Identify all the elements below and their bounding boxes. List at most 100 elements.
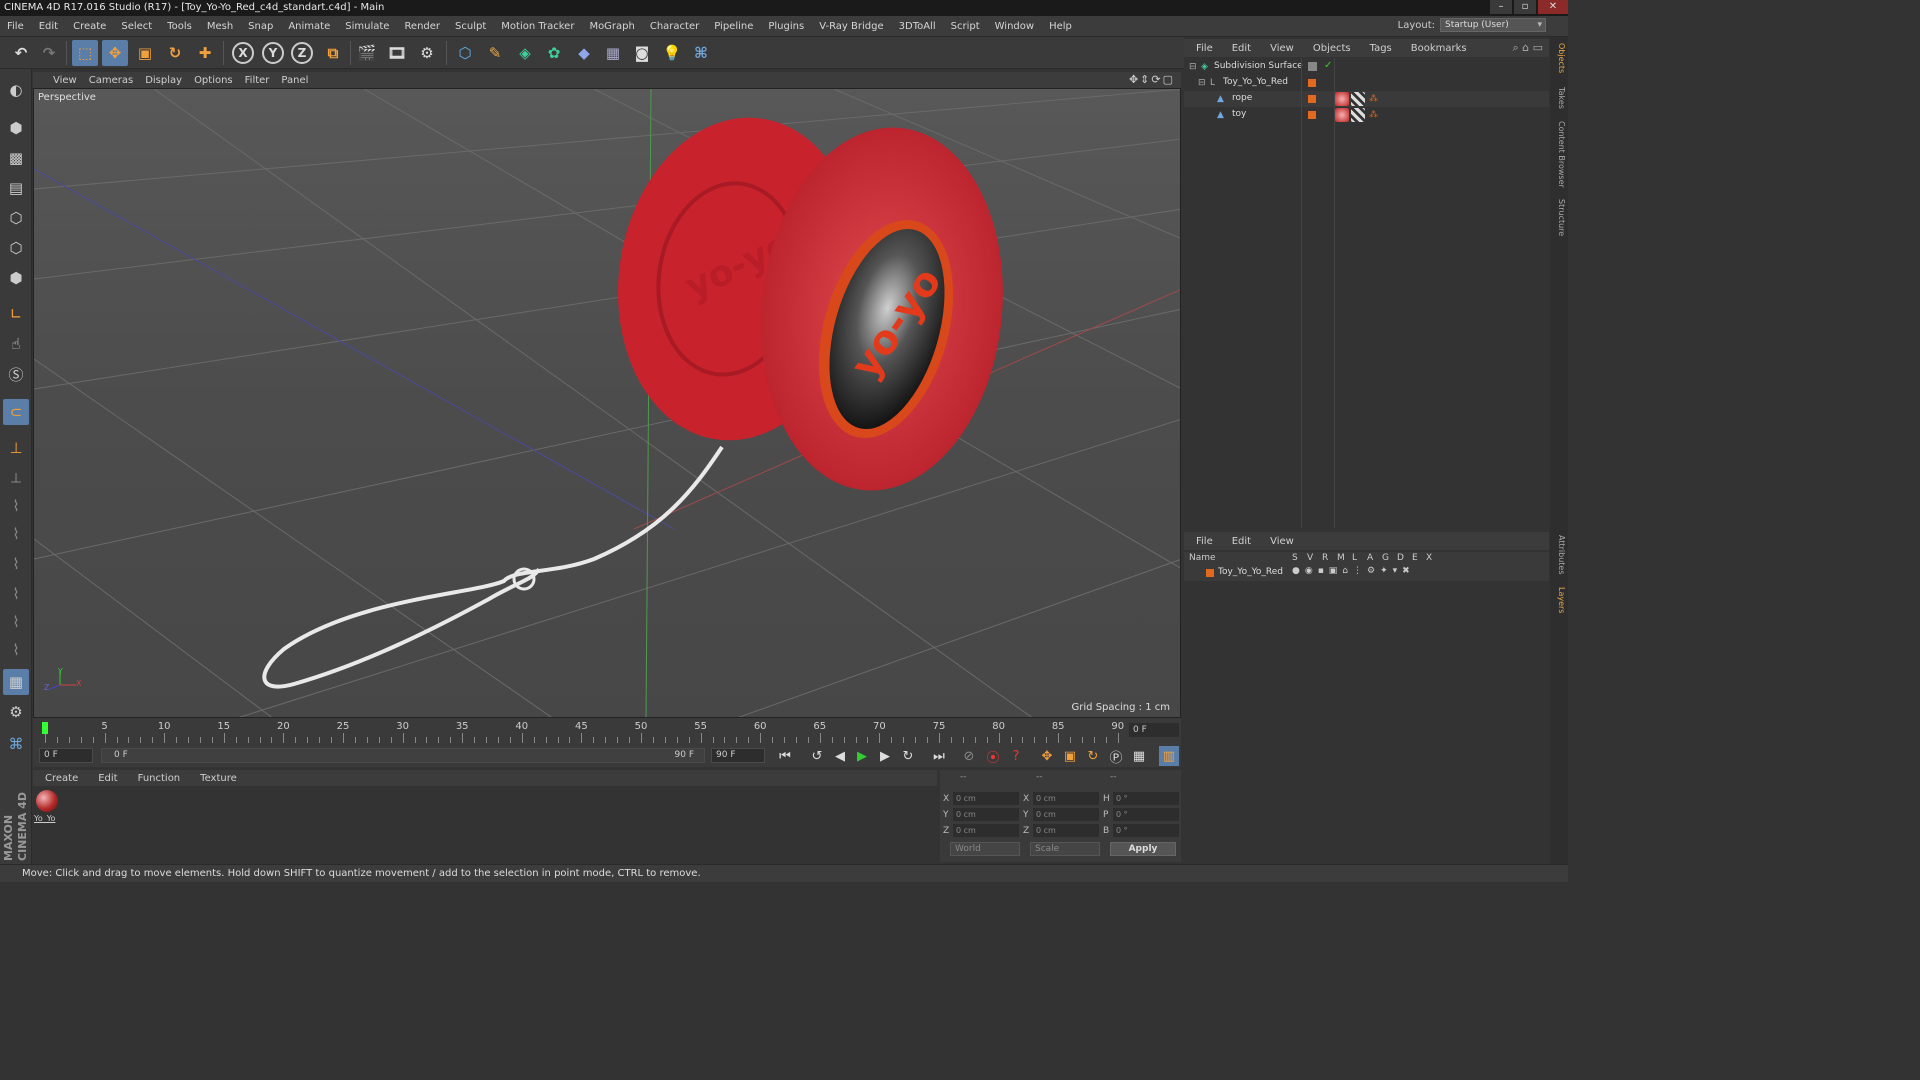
collapse-icon[interactable]: ⊟ xyxy=(1189,62,1199,72)
enabled-check-icon[interactable]: ✓ xyxy=(1324,60,1332,71)
texture-mode-icon[interactable]: ▩ xyxy=(3,145,29,171)
coordinate-system-icon[interactable]: ⧉ xyxy=(320,40,346,66)
solo-mode-icon[interactable]: Ⓢ xyxy=(3,361,29,387)
apply-button[interactable]: Apply xyxy=(1110,842,1176,856)
menu-tools[interactable]: Tools xyxy=(160,21,200,32)
menu-sculpt[interactable]: Sculpt xyxy=(448,21,494,32)
menu-3dtoall[interactable]: 3DToAll xyxy=(892,21,944,32)
tab-takes[interactable]: Takes xyxy=(1552,87,1566,109)
object-name[interactable]: rope xyxy=(1232,93,1252,103)
menu-animate[interactable]: Animate xyxy=(281,21,338,32)
sculpt-pull-icon[interactable]: ⌇ xyxy=(3,581,29,607)
key-scale-icon[interactable]: ▣ xyxy=(1060,746,1080,766)
uvw-tag-icon[interactable] xyxy=(1351,108,1365,122)
menu-snap[interactable]: Snap xyxy=(241,21,281,32)
layer-name[interactable]: Toy_Yo_Yo_Red xyxy=(1218,567,1283,577)
previous-key-icon[interactable]: ↺ xyxy=(807,746,827,766)
playhead-marker[interactable] xyxy=(42,722,48,734)
tab-objects[interactable]: Objects xyxy=(1552,43,1566,73)
size-y-field[interactable]: 0 cm xyxy=(1033,808,1099,821)
workplane-mode-icon[interactable]: ▤ xyxy=(3,175,29,201)
make-editable-icon[interactable]: ◐ xyxy=(3,77,29,103)
record-active-icon[interactable]: ⊘ xyxy=(959,746,979,766)
material-name[interactable]: Yo_Yo xyxy=(34,814,58,823)
rotation-h-field[interactable]: 0 ° xyxy=(1113,792,1179,805)
menu-plugins[interactable]: Plugins xyxy=(761,21,812,32)
rotation-p-field[interactable]: 0 ° xyxy=(1113,808,1179,821)
layer-row[interactable]: Toy_Yo_Yo_Red ●◉▪▣⌂⋮⚙✦▾✖ xyxy=(1184,565,1549,581)
object-name[interactable]: toy xyxy=(1232,109,1246,119)
axis-y-lock[interactable]: Y xyxy=(262,42,284,64)
sculpt-flatten-icon[interactable]: ⌇ xyxy=(3,637,29,663)
current-frame-field[interactable]: 0 F xyxy=(39,748,93,763)
move-tool-icon[interactable]: ✥ xyxy=(102,40,128,66)
autokey-icon[interactable]: ⦿ xyxy=(983,746,1003,766)
preview-range-slider[interactable]: 0 F 90 F xyxy=(101,748,705,763)
coordinate-space-dropdown[interactable]: World xyxy=(950,842,1020,856)
material-swatch[interactable] xyxy=(36,790,58,812)
viewport-menu-view[interactable]: View xyxy=(33,75,87,86)
axis-x-lock[interactable]: X xyxy=(232,42,254,64)
layers-menu-file[interactable]: File xyxy=(1184,536,1220,547)
objects-menu-bookmarks[interactable]: Bookmarks xyxy=(1399,43,1474,54)
layout-dropdown[interactable]: Startup (User) xyxy=(1440,18,1546,32)
lock-workplane-icon[interactable]: ⟂ xyxy=(3,465,29,491)
object-row[interactable]: ▲ toy ⁂ xyxy=(1184,107,1549,123)
redo-icon[interactable]: ↷ xyxy=(36,40,62,66)
collapse-icon[interactable]: ⊟ xyxy=(1198,78,1208,88)
viewport-menu-panel[interactable]: Panel xyxy=(279,75,318,86)
viewport-menu-display[interactable]: Display xyxy=(143,75,192,86)
objects-menu-tags[interactable]: Tags xyxy=(1358,43,1399,54)
go-to-start-icon[interactable]: ⏮ xyxy=(775,746,795,766)
coordinate-mode-dropdown[interactable]: Scale xyxy=(1030,842,1100,856)
objects-menu-edit[interactable]: Edit xyxy=(1220,43,1258,54)
menu-vray-bridge[interactable]: V-Ray Bridge xyxy=(812,21,891,32)
objects-menu-view[interactable]: View xyxy=(1258,43,1301,54)
object-row[interactable]: ⊟ ◈ Subdivision Surface ✓ xyxy=(1184,59,1549,75)
search-icon[interactable]: ⌕ ⌂ ▭ xyxy=(1512,41,1543,55)
material-tag-icon[interactable] xyxy=(1335,92,1349,106)
menu-mesh[interactable]: Mesh xyxy=(200,21,241,32)
rotate-tool-icon[interactable]: ↻ xyxy=(162,40,188,66)
object-name[interactable]: Subdivision Surface xyxy=(1214,61,1303,71)
menu-pipeline[interactable]: Pipeline xyxy=(707,21,761,32)
scale-tool-icon[interactable]: ▣ xyxy=(132,40,158,66)
menu-window[interactable]: Window xyxy=(988,21,1042,32)
minimize-icon[interactable]: – xyxy=(1490,0,1512,14)
objects-menu-objects[interactable]: Objects xyxy=(1301,43,1358,54)
menu-create[interactable]: Create xyxy=(66,21,114,32)
material-menu-texture[interactable]: Texture xyxy=(188,773,245,784)
workplane-icon[interactable]: ⊥ xyxy=(3,435,29,461)
uvw-tag-icon[interactable] xyxy=(1351,92,1365,106)
material-menu-function[interactable]: Function xyxy=(126,773,189,784)
tab-content-browser[interactable]: Content Browser xyxy=(1552,121,1566,188)
recent-tool-icon[interactable]: ✚ xyxy=(192,40,218,66)
next-key-icon[interactable]: ↻ xyxy=(898,746,918,766)
perspective-viewport[interactable]: yo-yo yo-yo Perspective X Y Z Grid Spaci… xyxy=(33,88,1181,718)
current-frame-display[interactable]: 0 F xyxy=(1129,723,1179,737)
end-frame-field[interactable]: 90 F xyxy=(711,748,765,763)
timeline-ruler[interactable]: 051015202530354045505560657075808590 0 F xyxy=(33,718,1181,745)
tweak-mode-icon[interactable]: ☝ xyxy=(3,331,29,357)
position-y-field[interactable]: 0 cm xyxy=(953,808,1019,821)
menu-edit[interactable]: Edit xyxy=(32,21,66,32)
axis-mode-icon[interactable]: ∟ xyxy=(3,301,29,327)
timeline-layout-icon[interactable]: ▥ xyxy=(1159,746,1179,766)
key-position-icon[interactable]: ✥ xyxy=(1037,746,1057,766)
size-z-field[interactable]: 0 cm xyxy=(1033,824,1099,837)
axis-z-lock[interactable]: Z xyxy=(291,42,313,64)
keyframe-selection-icon[interactable]: ? xyxy=(1006,746,1026,766)
edges-mode-icon[interactable]: ⬡ xyxy=(3,235,29,261)
menu-mograph[interactable]: MoGraph xyxy=(582,21,642,32)
cube-icon[interactable]: ⬡ xyxy=(452,40,478,66)
model-mode-icon[interactable]: ⬢ xyxy=(3,115,29,141)
viewport-menu-options[interactable]: Options xyxy=(192,75,243,86)
deformer-icon[interactable]: ◆ xyxy=(571,40,597,66)
selection-tag-icon[interactable]: ⁂ xyxy=(1369,94,1379,104)
viewport-menu-cameras[interactable]: Cameras xyxy=(87,75,143,86)
objects-menu-file[interactable]: File xyxy=(1184,43,1220,54)
render-settings-icon[interactable]: ⚙ xyxy=(414,40,440,66)
menu-script[interactable]: Script xyxy=(944,21,988,32)
grid-icon[interactable]: ▦ xyxy=(3,669,29,695)
key-pla-icon[interactable]: ▦ xyxy=(1129,746,1149,766)
